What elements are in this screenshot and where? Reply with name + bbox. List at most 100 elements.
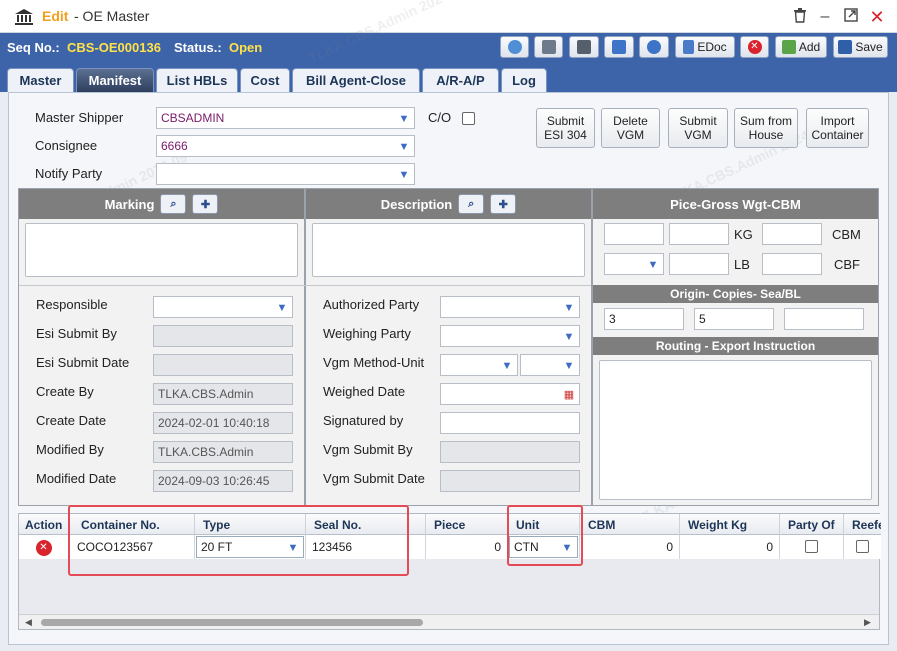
- close-icon[interactable]: ✕: [868, 8, 886, 26]
- seq-value: CBS-OE000136: [67, 40, 161, 55]
- tab-bill-agent-close[interactable]: Bill Agent-Close: [292, 68, 420, 92]
- save-button[interactable]: Save: [833, 36, 888, 58]
- notify-party-select[interactable]: ▼: [156, 163, 415, 185]
- edoc-icon: [683, 40, 695, 54]
- cbm-field[interactable]: [762, 223, 822, 245]
- vgm-unit-select[interactable]: ▼: [520, 354, 580, 376]
- description-search-button[interactable]: ⌕: [458, 194, 485, 214]
- submit-esi-304-button[interactable]: Submit ESI 304: [536, 108, 595, 148]
- chevron-down-icon: ▼: [276, 302, 288, 314]
- marking-textarea[interactable]: [25, 223, 298, 277]
- maximize-icon[interactable]: [842, 8, 860, 26]
- tab-list-hbls[interactable]: List HBLs: [156, 68, 238, 92]
- copy-button[interactable]: [604, 36, 634, 58]
- kg-label: KG: [734, 227, 753, 242]
- description-title: Description: [380, 196, 453, 212]
- esi-submit-date-label: Esi Submit Date: [36, 355, 130, 370]
- vgm-method-select[interactable]: ▼: [440, 354, 518, 376]
- printer-icon: [577, 40, 591, 54]
- scrollbar-thumb[interactable]: [41, 619, 423, 626]
- routing-textarea[interactable]: [599, 360, 872, 500]
- globe-button[interactable]: [500, 36, 529, 58]
- add-label: Add: [798, 40, 821, 54]
- add-button[interactable]: Add: [775, 36, 827, 58]
- minimize-icon[interactable]: –: [816, 8, 834, 26]
- reefer-checkbox[interactable]: [856, 540, 869, 553]
- chevron-down-icon: ▼: [563, 302, 575, 314]
- chevron-down-icon: ▼: [563, 360, 575, 372]
- gross-lb-field[interactable]: [669, 253, 729, 275]
- master-shipper-select[interactable]: CBSADMIN ▼: [156, 107, 415, 129]
- chart-icon: [541, 40, 556, 54]
- highlight-unit: [507, 505, 583, 566]
- copies-field[interactable]: 5: [694, 308, 774, 330]
- title-bar: Edit - OE Master – ✕: [0, 0, 897, 33]
- report-button[interactable]: [534, 36, 563, 58]
- refresh-button[interactable]: [639, 36, 669, 58]
- col-reefer[interactable]: Reefe: [844, 514, 881, 535]
- import-container-button[interactable]: Import Container: [806, 108, 869, 148]
- calendar-icon[interactable]: ▦: [562, 388, 576, 402]
- edoc-button[interactable]: EDoc: [675, 36, 735, 58]
- horizontal-scrollbar[interactable]: ◀ ▶: [19, 614, 879, 629]
- chevron-down-icon: ▼: [563, 331, 575, 343]
- master-shipper-value: CBSADMIN: [161, 111, 225, 125]
- description-add-button[interactable]: ✚: [490, 194, 517, 214]
- authorized-party-select[interactable]: ▼: [440, 296, 580, 318]
- co-label: C/O: [428, 110, 452, 125]
- tab-ar-ap[interactable]: A/R-A/P: [422, 68, 499, 92]
- co-checkbox[interactable]: [462, 112, 475, 125]
- sea-bl-field[interactable]: [784, 308, 864, 330]
- pice-header: Pice-Gross Wgt-CBM: [593, 189, 878, 219]
- weighed-date-field[interactable]: ▦: [440, 383, 580, 405]
- scroll-left-icon[interactable]: ◀: [25, 617, 32, 628]
- party-of-checkbox[interactable]: [805, 540, 818, 553]
- chevron-down-icon: ▼: [501, 360, 513, 372]
- party-of-cell: [780, 535, 844, 559]
- marking-add-button[interactable]: ✚: [192, 194, 219, 214]
- mode-label: Edit: [42, 8, 69, 24]
- col-party-of[interactable]: Party Of: [780, 514, 844, 535]
- print-button[interactable]: [569, 36, 599, 58]
- responsible-select[interactable]: ▼: [153, 296, 293, 318]
- tab-cost[interactable]: Cost: [240, 68, 290, 92]
- piece-cell[interactable]: 0: [426, 535, 508, 559]
- cbm-cell[interactable]: 0: [580, 535, 680, 559]
- status-label: Status.:: [174, 40, 222, 55]
- tab-log[interactable]: Log: [501, 68, 547, 92]
- gross-kg-field[interactable]: [669, 223, 729, 245]
- weight-cell[interactable]: 0: [680, 535, 780, 559]
- sum-from-house-button[interactable]: Sum from House: [734, 108, 798, 148]
- delete-vgm-button[interactable]: Delete VGM: [601, 108, 660, 148]
- col-weight-kg[interactable]: Weight Kg: [680, 514, 780, 535]
- scroll-right-icon[interactable]: ▶: [864, 617, 871, 628]
- signatured-by-field[interactable]: [440, 412, 580, 434]
- pieces-unit-select[interactable]: ▼: [604, 253, 664, 275]
- master-shipper-label: Master Shipper: [35, 110, 124, 125]
- description-textarea[interactable]: [312, 223, 585, 277]
- save-label: Save: [855, 40, 883, 54]
- esi-submit-by-label: Esi Submit By: [36, 326, 117, 341]
- tab-manifest[interactable]: Manifest: [76, 68, 154, 92]
- chevron-down-icon: ▼: [398, 169, 410, 181]
- weighing-party-select[interactable]: ▼: [440, 325, 580, 347]
- col-piece[interactable]: Piece: [426, 514, 508, 535]
- col-action: Action: [19, 514, 69, 535]
- marking-search-button[interactable]: ⌕: [160, 194, 187, 214]
- delete-row-icon[interactable]: ✕: [35, 540, 52, 556]
- pieces-field[interactable]: [604, 223, 664, 245]
- status-value: Open: [229, 40, 263, 55]
- record-toolbar: Seq No.: CBS-OE000136 Status.: Open EDoc…: [0, 33, 897, 62]
- esi-submit-by-field: [153, 325, 293, 347]
- cancel-button[interactable]: ✕: [740, 36, 769, 58]
- tab-bar: Master Manifest List HBLs Cost Bill Agen…: [0, 62, 897, 92]
- consignee-select[interactable]: 6666 ▼: [156, 135, 415, 157]
- trash-icon[interactable]: [791, 8, 809, 26]
- cbf-field[interactable]: [762, 253, 822, 275]
- origin-copies-field[interactable]: 3: [604, 308, 684, 330]
- copy-icon: [612, 40, 626, 54]
- tab-master[interactable]: Master: [7, 68, 74, 92]
- create-date-field: 2024-02-01 10:40:18: [153, 412, 293, 434]
- col-cbm[interactable]: CBM: [580, 514, 680, 535]
- submit-vgm-button[interactable]: Submit VGM: [668, 108, 728, 148]
